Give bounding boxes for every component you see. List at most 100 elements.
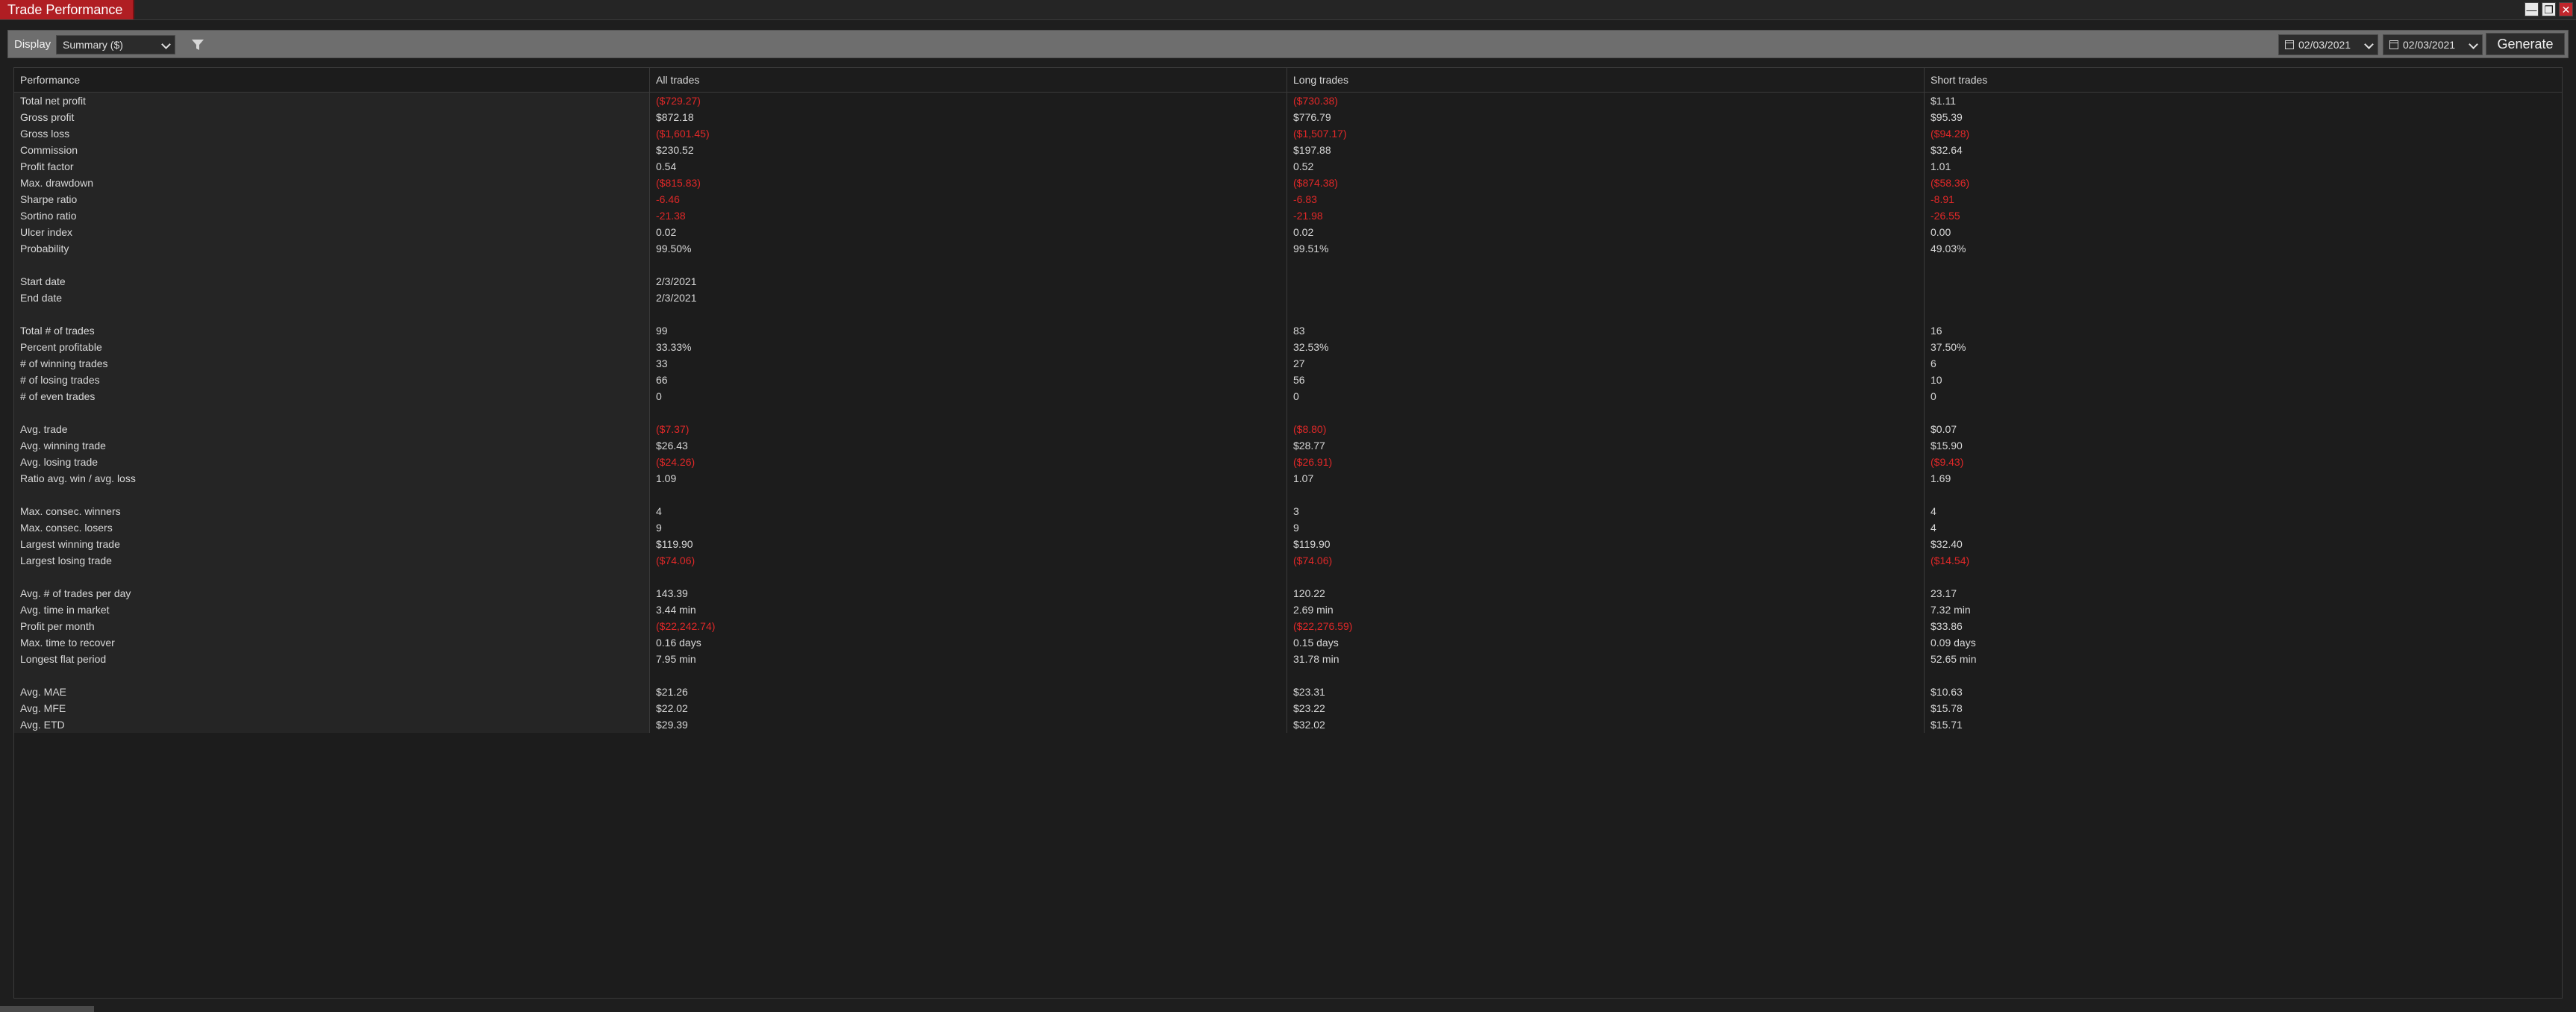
row-value: 9 bbox=[1287, 519, 1925, 536]
row-value: $15.71 bbox=[1931, 719, 1963, 731]
row-value: 2/3/2021 bbox=[650, 273, 1287, 290]
table-row: Ratio avg. win / avg. loss 1.09 1.07 1.69 bbox=[14, 470, 2562, 487]
row-value: $15.90 bbox=[1931, 440, 1963, 452]
from-date-picker[interactable]: 02/03/2021 bbox=[2278, 34, 2378, 55]
row-value: ($1,507.17) bbox=[1287, 125, 1925, 142]
column-header-performance[interactable]: Performance bbox=[14, 68, 650, 92]
row-value: 3.44 min bbox=[650, 602, 1287, 618]
row-value bbox=[1287, 290, 1925, 306]
row-value: ($26.91) bbox=[1287, 454, 1925, 470]
close-icon[interactable]: ✕ bbox=[2559, 2, 2573, 16]
from-date-value: 02/03/2021 bbox=[2298, 39, 2351, 51]
row-label: Total net profit bbox=[14, 93, 650, 109]
row-label bbox=[14, 487, 650, 503]
column-header-short-trades[interactable]: Short trades bbox=[1925, 68, 2562, 92]
row-value: $872.18 bbox=[650, 109, 1287, 125]
table-row: Percent profitable 33.33% 32.53% 37.50% bbox=[14, 339, 2562, 355]
row-value: ($730.38) bbox=[1287, 93, 1925, 109]
row-value: 7.95 min bbox=[650, 651, 1287, 667]
row-value: $23.31 bbox=[1287, 684, 1925, 700]
to-date-picker[interactable]: 02/03/2021 bbox=[2383, 34, 2483, 55]
row-value: 1.01 bbox=[1931, 160, 1951, 172]
row-value: 52.65 min bbox=[1931, 653, 1977, 665]
table-header: Performance All trades Long trades Short… bbox=[14, 68, 2562, 93]
row-label: Total # of trades bbox=[14, 322, 650, 339]
row-value: 0.54 bbox=[650, 158, 1287, 175]
row-value: 0.00 bbox=[1931, 226, 1951, 238]
row-label: Max. time to recover bbox=[14, 634, 650, 651]
row-label: Profit factor bbox=[14, 158, 650, 175]
row-label: End date bbox=[14, 290, 650, 306]
table-row: Commission $230.52 $197.88 $32.64 bbox=[14, 142, 2562, 158]
minimize-icon[interactable]: — bbox=[2525, 2, 2539, 16]
row-label: Avg. MFE bbox=[14, 700, 650, 716]
row-value: ($7.37) bbox=[650, 421, 1287, 437]
column-header-long-trades[interactable]: Long trades bbox=[1287, 68, 1925, 92]
row-value: ($8.80) bbox=[1287, 421, 1925, 437]
row-label bbox=[14, 257, 650, 273]
row-label: Commission bbox=[14, 142, 650, 158]
row-value: 6 bbox=[1931, 357, 1936, 369]
row-value: 99.50% bbox=[650, 240, 1287, 257]
table-row: Ulcer index 0.02 0.02 0.00 bbox=[14, 224, 2562, 240]
row-value: 120.22 bbox=[1287, 585, 1925, 602]
row-value: $28.77 bbox=[1287, 437, 1925, 454]
row-value: $1.11 bbox=[1931, 95, 1956, 107]
row-label: Sortino ratio bbox=[14, 207, 650, 224]
row-value: 4 bbox=[1931, 505, 1936, 517]
row-value bbox=[1925, 667, 2562, 684]
row-value bbox=[1287, 667, 1925, 684]
row-value: $32.64 bbox=[1931, 144, 1963, 156]
chevron-down-icon bbox=[2364, 40, 2374, 49]
row-value: 1.07 bbox=[1287, 470, 1925, 487]
row-label: Longest flat period bbox=[14, 651, 650, 667]
table-row: Max. drawdown ($815.83) ($874.38) ($58.36) bbox=[14, 175, 2562, 191]
table-row: Profit factor 0.54 0.52 1.01 bbox=[14, 158, 2562, 175]
row-label bbox=[14, 405, 650, 421]
column-header-all-trades[interactable]: All trades bbox=[650, 68, 1287, 92]
row-value: $21.26 bbox=[650, 684, 1287, 700]
row-label: Max. drawdown bbox=[14, 175, 650, 191]
row-label bbox=[14, 569, 650, 585]
table-row bbox=[14, 405, 2562, 421]
row-value: 0 bbox=[650, 388, 1287, 405]
title-bar: Trade Performance — ❐ ✕ bbox=[0, 0, 2576, 20]
restore-icon[interactable]: ❐ bbox=[2542, 2, 2556, 16]
row-label: Ratio avg. win / avg. loss bbox=[14, 470, 650, 487]
table-row: Avg. winning trade $26.43 $28.77 $15.90 bbox=[14, 437, 2562, 454]
row-value: 23.17 bbox=[1931, 587, 1957, 599]
performance-table: Performance All trades Long trades Short… bbox=[14, 68, 2562, 733]
row-label: # of even trades bbox=[14, 388, 650, 405]
row-value: $29.39 bbox=[650, 716, 1287, 733]
row-label: # of losing trades bbox=[14, 372, 650, 388]
display-select[interactable]: Summary ($) bbox=[56, 35, 175, 54]
table-row: Avg. # of trades per day 143.39 120.22 23.1… bbox=[14, 585, 2562, 602]
row-value bbox=[1925, 273, 2562, 290]
generate-button[interactable]: Generate bbox=[2486, 33, 2565, 55]
row-value: 2.69 min bbox=[1287, 602, 1925, 618]
bottom-tab-strip[interactable] bbox=[0, 1006, 94, 1012]
row-value: $10.63 bbox=[1931, 686, 1963, 698]
row-label: # of winning trades bbox=[14, 355, 650, 372]
row-value bbox=[1287, 487, 1925, 503]
row-value bbox=[1925, 569, 2562, 585]
table-row: # of even trades 0 0 0 bbox=[14, 388, 2562, 405]
row-value bbox=[1287, 569, 1925, 585]
row-value: -21.38 bbox=[650, 207, 1287, 224]
table-row: Sharpe ratio -6.46 -6.83 -8.91 bbox=[14, 191, 2562, 207]
filter-icon[interactable] bbox=[190, 37, 205, 52]
row-value bbox=[1925, 257, 2562, 273]
row-label bbox=[14, 306, 650, 322]
table-row: Avg. MAE $21.26 $23.31 $10.63 bbox=[14, 684, 2562, 700]
performance-grid: Performance All trades Long trades Short… bbox=[13, 67, 2563, 999]
table-row: Avg. MFE $22.02 $23.22 $15.78 bbox=[14, 700, 2562, 716]
row-value: 27 bbox=[1287, 355, 1925, 372]
table-row: Gross loss ($1,601.45) ($1,507.17) ($94.28) bbox=[14, 125, 2562, 142]
row-value: 7.32 min bbox=[1931, 604, 1971, 616]
row-label: Avg. # of trades per day bbox=[14, 585, 650, 602]
row-value: $32.40 bbox=[1931, 538, 1963, 550]
row-value bbox=[650, 569, 1287, 585]
row-value: ($874.38) bbox=[1287, 175, 1925, 191]
trade-performance-window: Trade Performance — ❐ ✕ Display Summary … bbox=[0, 0, 2576, 1012]
row-value: 83 bbox=[1287, 322, 1925, 339]
